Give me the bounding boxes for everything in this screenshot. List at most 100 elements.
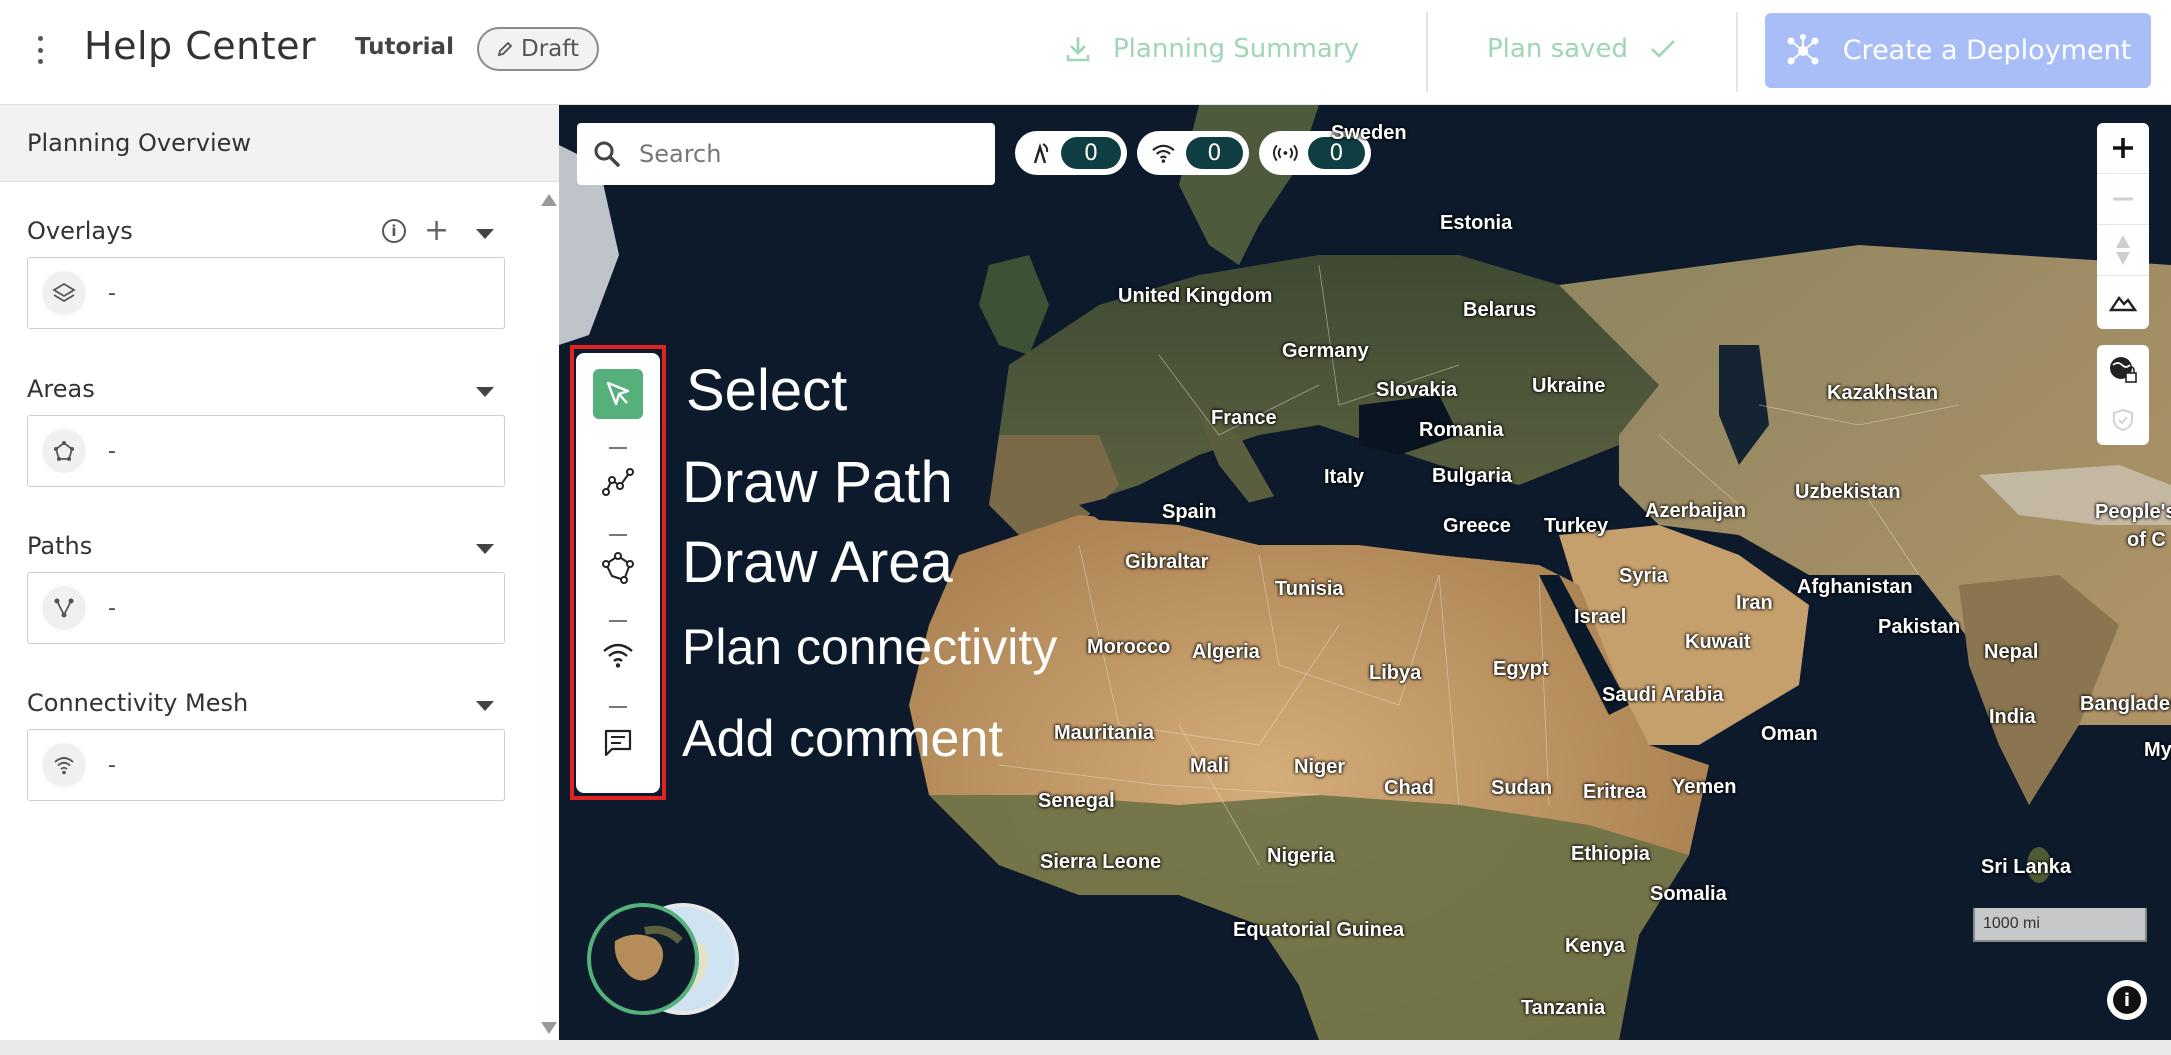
polygon-icon [42, 429, 86, 473]
country-label: Niger [1294, 756, 1346, 778]
tower-icon [1033, 142, 1049, 164]
country-label: Senegal [1038, 790, 1115, 812]
country-label: Nigeria [1267, 845, 1335, 867]
overlays-value: - [108, 280, 116, 306]
connectivity-mesh-value: - [108, 752, 116, 778]
satellite-map[interactable]: 0 0 0 [559, 105, 2171, 1040]
areas-box[interactable]: - [27, 415, 505, 487]
country-label: Gibraltar [1125, 551, 1209, 573]
plus-icon [2113, 138, 2133, 158]
add-comment-tool-button[interactable] [593, 718, 643, 768]
scroll-down-arrow-icon[interactable] [541, 1022, 557, 1034]
map-search [577, 123, 995, 185]
country-label: Germany [1282, 340, 1369, 362]
country-label: Somalia [1650, 883, 1727, 905]
path-icon [42, 586, 86, 630]
country-label: Sri Lanka [1981, 856, 2072, 878]
wifi-count: 0 [1185, 137, 1243, 169]
plan-connectivity-tool-button[interactable] [593, 630, 643, 680]
compass-icon [2116, 235, 2130, 265]
draw-path-tool-button[interactable] [593, 457, 643, 507]
shield-button[interactable] [2097, 395, 2149, 445]
country-label: Tanzania [1521, 997, 1606, 1019]
create-deployment-button[interactable]: Create a Deployment [1765, 13, 2151, 88]
country-label: Mali [1190, 755, 1229, 777]
map-scale: 1000 mi [1973, 908, 2147, 942]
country-label: Egypt [1493, 658, 1549, 680]
download-icon [1066, 37, 1090, 62]
country-label: Yemen [1672, 776, 1737, 798]
draw-area-tool-button[interactable] [593, 543, 643, 593]
country-label: Banglades [2080, 693, 2171, 715]
shield-check-icon [2113, 408, 2133, 432]
country-label: Ukraine [1532, 375, 1606, 397]
country-label: Libya [1369, 662, 1422, 684]
mountain-icon [2109, 295, 2137, 311]
section-title-areas: Areas [27, 375, 95, 403]
country-label: Syria [1619, 565, 1668, 587]
plan-saved-label: Plan saved [1487, 34, 1628, 64]
connectivity-mesh-box[interactable]: - [27, 729, 505, 801]
country-label: Kuwait [1685, 631, 1751, 653]
header-divider [1426, 12, 1428, 92]
chevron-down-icon[interactable] [476, 229, 494, 239]
country-label: Turkey [1544, 515, 1609, 537]
sidebar-scrollbar[interactable] [537, 182, 559, 1040]
country-label: Estonia [1440, 212, 1513, 234]
chevron-down-icon[interactable] [476, 701, 494, 711]
country-label: Kazakhstan [1827, 382, 1939, 404]
country-label: Afghanistan [1797, 576, 1913, 598]
pencil-icon [497, 41, 513, 57]
sidebar-title: Planning Overview [0, 105, 559, 182]
planning-summary-button[interactable]: Planning Summary [1065, 26, 1359, 72]
country-label: Italy [1324, 466, 1365, 488]
zoom-out-button[interactable] [2097, 174, 2149, 225]
country-label: Greece [1443, 515, 1511, 537]
chevron-down-icon[interactable] [476, 544, 494, 554]
tower-counter[interactable]: 0 [1015, 131, 1127, 175]
country-label: Eritrea [1583, 781, 1647, 803]
tool-divider [609, 447, 627, 449]
search-input[interactable] [637, 139, 961, 169]
more-menu-icon[interactable] [30, 36, 50, 64]
chevron-down-icon[interactable] [476, 387, 494, 397]
country-label: Romania [1419, 419, 1504, 441]
create-deployment-label: Create a Deployment [1842, 35, 2132, 66]
basemap-switcher[interactable] [585, 901, 745, 1021]
tool-divider [609, 620, 627, 622]
add-overlay-icon[interactable]: + [424, 213, 449, 249]
country-label: Azerbaijan [1645, 500, 1747, 522]
comment-icon [604, 729, 632, 757]
select-tool-button[interactable] [593, 369, 643, 419]
info-icon[interactable]: i [382, 219, 406, 243]
country-label: Spain [1162, 501, 1217, 523]
attribution-button[interactable]: i [2107, 980, 2147, 1020]
globe-lock-button[interactable] [2097, 345, 2149, 395]
country-label: United Kingdom [1118, 285, 1273, 307]
country-label: Morocco [1087, 636, 1171, 658]
zoom-in-button[interactable] [2097, 123, 2149, 174]
section-title-connectivity-mesh: Connectivity Mesh [27, 689, 249, 717]
country-label: Sweden [1331, 122, 1407, 144]
paths-box[interactable]: - [27, 572, 505, 644]
planning-sidebar: Planning Overview Overlays i + - Areas -… [0, 105, 559, 1040]
terrain-button[interactable] [2097, 276, 2149, 327]
areas-value: - [108, 438, 116, 464]
country-label: Oman [1761, 723, 1818, 745]
country-label: Sudan [1491, 777, 1553, 799]
zoom-controls [2097, 123, 2149, 329]
country-label: India [1989, 706, 2036, 728]
drawing-toolbar [576, 353, 660, 793]
scroll-up-arrow-icon[interactable] [541, 194, 557, 206]
header-divider [1736, 12, 1738, 92]
compass-button[interactable] [2097, 225, 2149, 276]
draft-badge[interactable]: Draft [477, 27, 599, 71]
country-label: Pakistan [1878, 616, 1961, 638]
overlays-box[interactable]: - [27, 257, 505, 329]
country-label: Iran [1736, 592, 1773, 614]
layer-controls [2097, 345, 2149, 445]
paths-value: - [108, 595, 116, 621]
country-label: Israel [1574, 606, 1627, 628]
country-label: Sierra Leone [1040, 851, 1162, 873]
wifi-counter[interactable]: 0 [1137, 131, 1249, 175]
